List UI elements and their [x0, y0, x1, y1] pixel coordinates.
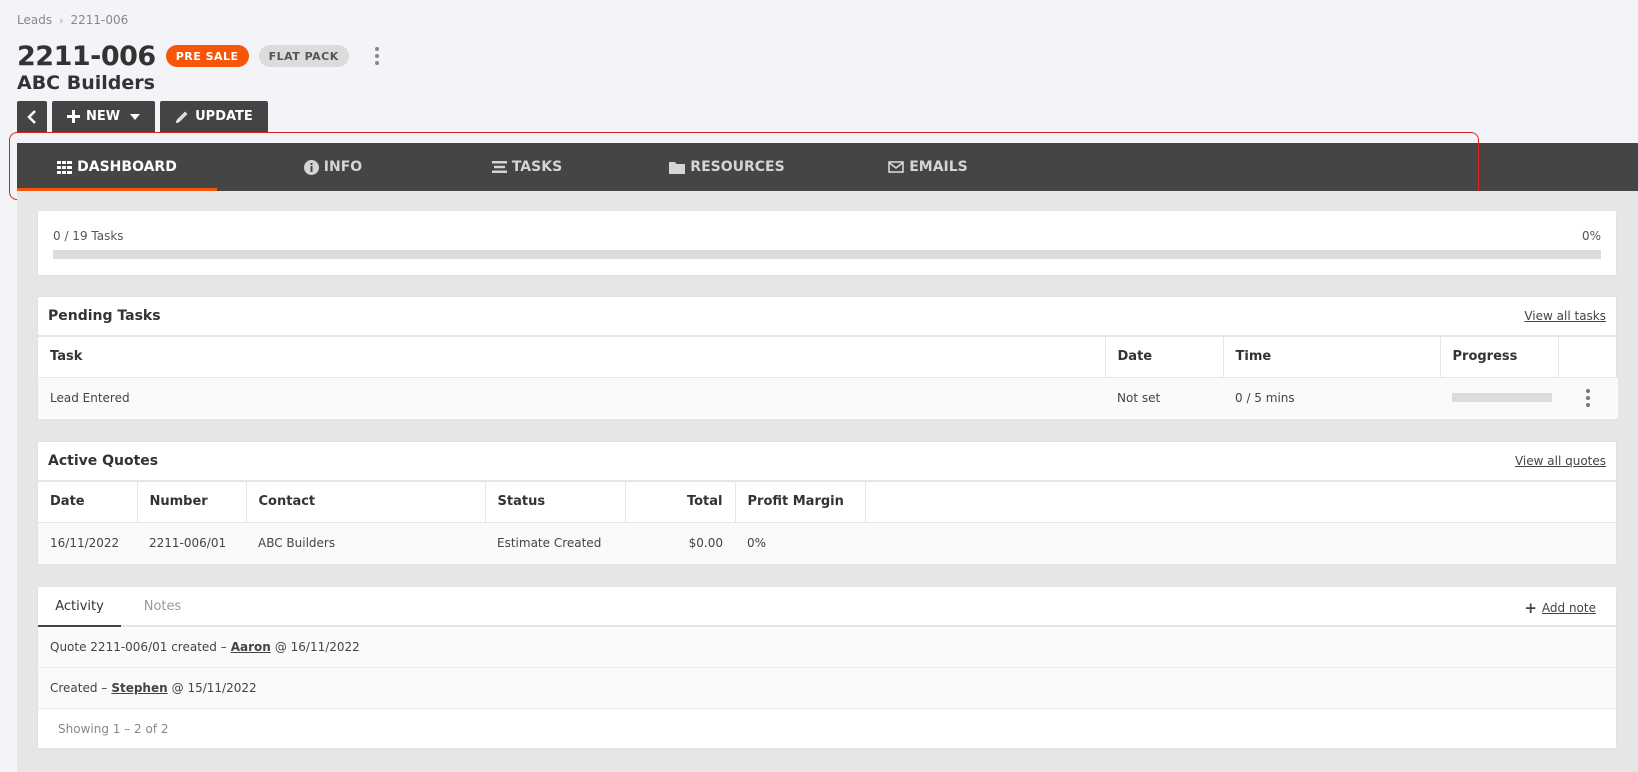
column-header[interactable]: Contact	[246, 482, 486, 523]
title-row: 2211-006 PRE SALE FLAT PACK	[17, 39, 383, 73]
task-progress-cell	[1440, 377, 1558, 418]
more-options-icon[interactable]	[371, 45, 383, 67]
tab-resources-label: RESOURCES	[690, 159, 785, 175]
tab-notes[interactable]: Notes	[121, 587, 204, 625]
column-header[interactable]: Time	[1223, 337, 1441, 378]
activity-card: Activity Notes + Add note Quote 2211-006…	[37, 586, 1617, 749]
list-icon	[491, 161, 507, 173]
tab-info[interactable]: INFO	[283, 143, 383, 191]
update-button-label: UPDATE	[195, 109, 253, 124]
pending-tasks-table: Task Date Time Progress Lead Entered Not…	[38, 337, 1618, 418]
envelope-icon	[888, 161, 905, 173]
column-header-actions	[1558, 337, 1618, 378]
activity-user-link[interactable]: Aaron	[231, 640, 271, 654]
table-row[interactable]: 16/11/2022 2211-006/01 ABC Builders Esti…	[38, 522, 1616, 563]
pending-tasks-card: Pending Tasks View all tasks Task Date T…	[37, 296, 1618, 420]
breadcrumb-leads-link[interactable]: Leads	[17, 13, 52, 27]
type-badge: FLAT PACK	[258, 45, 349, 67]
quote-total: $0.00	[625, 522, 735, 563]
back-button[interactable]	[17, 101, 47, 132]
activity-user-link[interactable]: Stephen	[111, 681, 167, 695]
tab-emails-label: EMAILS	[909, 159, 968, 175]
grid-icon	[57, 160, 73, 174]
tab-resources[interactable]: RESOURCES	[657, 143, 797, 191]
list-item: Quote 2211-006/01 created – Aaron @ 16/1…	[38, 627, 1616, 668]
quote-margin: 0%	[735, 522, 865, 563]
activity-date: @ 16/11/2022	[274, 640, 360, 654]
update-button[interactable]: UPDATE	[160, 101, 268, 132]
task-name[interactable]: Lead Entered	[38, 377, 1105, 418]
view-all-quotes-link[interactable]: View all quotes	[1515, 454, 1606, 468]
task-time: 0 / 5 mins	[1223, 377, 1440, 418]
column-header[interactable]: Status	[485, 482, 626, 523]
task-progress-percent: 0%	[1581, 229, 1601, 243]
table-header-row: Date Number Contact Status Total Profit …	[38, 482, 1616, 523]
active-quotes-title: Active Quotes	[48, 453, 159, 469]
plus-icon: +	[1524, 599, 1537, 617]
table-header-row: Task Date Time Progress	[38, 337, 1618, 378]
activity-text: Quote 2211-006/01 created –	[50, 640, 227, 654]
row-actions-cell	[1558, 377, 1618, 418]
table-row[interactable]: Lead Entered Not set 0 / 5 mins	[38, 377, 1618, 418]
pending-tasks-title: Pending Tasks	[48, 308, 161, 324]
quote-status: Estimate Created	[485, 522, 625, 563]
active-quotes-card: Active Quotes View all quotes Date Numbe…	[37, 441, 1617, 565]
tab-info-label: INFO	[323, 159, 363, 175]
column-header[interactable]: Date	[1105, 337, 1224, 378]
row-menu-icon[interactable]	[1570, 388, 1606, 407]
tab-dashboard[interactable]: DASHBOARD	[17, 143, 217, 191]
task-progress-bar	[53, 250, 1601, 259]
tab-tasks-label: TASKS	[511, 159, 563, 175]
task-progress-card: 0 / 19 Tasks 0%	[37, 210, 1617, 276]
view-all-tasks-link[interactable]: View all tasks	[1524, 309, 1606, 323]
active-quotes-table: Date Number Contact Status Total Profit …	[38, 482, 1616, 563]
column-header[interactable]: Total	[625, 482, 736, 523]
quote-date: 16/11/2022	[38, 522, 137, 563]
add-note-button[interactable]: + Add note	[1524, 599, 1596, 617]
tab-emails[interactable]: EMAILS	[873, 143, 983, 191]
page-title: 2211-006	[17, 40, 156, 72]
task-date: Not set	[1105, 377, 1223, 418]
column-header[interactable]: Profit Margin	[735, 482, 866, 523]
column-header[interactable]: Task	[38, 337, 1106, 378]
task-progress-mini-bar	[1452, 393, 1552, 403]
main-nav: DASHBOARD INFO TASKS RESOURCES EMAILS	[17, 143, 1638, 191]
column-header-spacer	[865, 482, 1616, 523]
new-button-label: NEW	[86, 109, 121, 124]
toolbar: NEW UPDATE	[17, 101, 268, 132]
quote-number[interactable]: 2211-006/01	[137, 522, 246, 563]
pencil-icon	[176, 111, 188, 123]
breadcrumb: Leads › 2211-006	[17, 13, 128, 27]
status-badge: PRE SALE	[165, 45, 249, 67]
tab-activity[interactable]: Activity	[38, 587, 121, 627]
new-button[interactable]: NEW	[52, 101, 156, 132]
add-note-label: Add note	[1541, 601, 1596, 615]
column-header[interactable]: Date	[38, 482, 138, 523]
breadcrumb-current: 2211-006	[70, 13, 129, 27]
page-subtitle: ABC Builders	[17, 72, 155, 94]
tab-tasks[interactable]: TASKS	[472, 143, 582, 191]
caret-down-icon	[130, 113, 141, 120]
quote-contact: ABC Builders	[246, 522, 485, 563]
column-header[interactable]: Number	[137, 482, 247, 523]
folder-icon	[669, 161, 686, 174]
list-item: Created – Stephen @ 15/11/2022	[38, 668, 1616, 709]
task-progress-text: 0 / 19 Tasks	[53, 229, 124, 243]
chevron-left-icon	[27, 109, 36, 124]
tab-dashboard-label: DASHBOARD	[77, 159, 177, 175]
column-header[interactable]: Progress	[1440, 337, 1559, 378]
activity-tabs: Activity Notes + Add note	[38, 587, 1616, 627]
quote-spacer	[865, 522, 1616, 563]
pending-tasks-header: Pending Tasks View all tasks	[38, 297, 1616, 337]
activity-date: @ 15/11/2022	[171, 681, 257, 695]
active-quotes-header: Active Quotes View all quotes	[38, 442, 1616, 482]
activity-text: Created –	[50, 681, 108, 695]
plus-icon	[67, 110, 80, 123]
breadcrumb-separator: ›	[59, 13, 64, 27]
info-icon	[303, 159, 319, 175]
activity-pagination-text: Showing 1 – 2 of 2	[58, 722, 169, 736]
